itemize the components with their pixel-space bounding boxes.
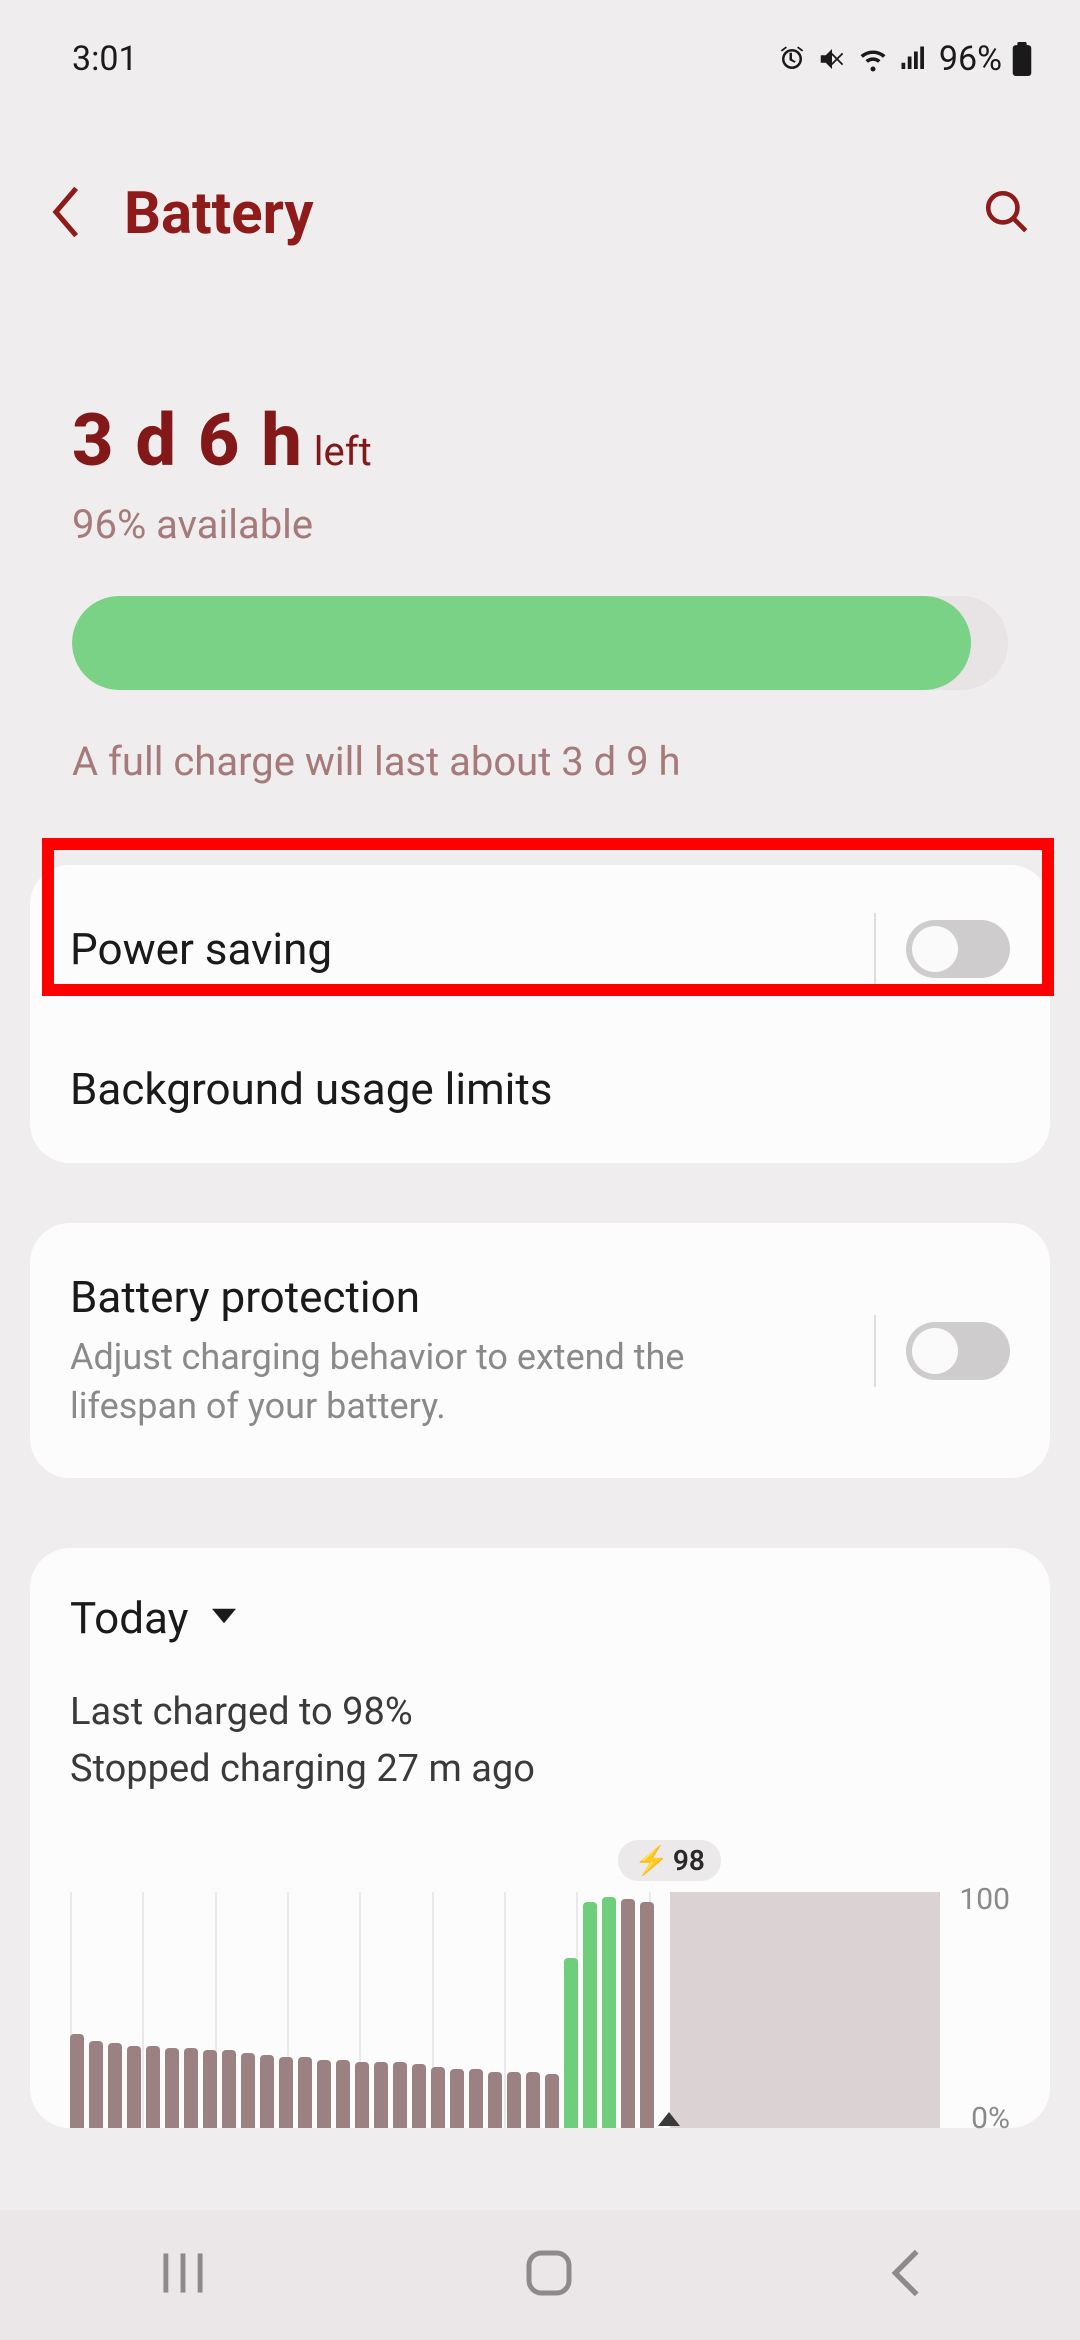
- stopped-charging-text: Stopped charging 27 m ago: [70, 1741, 1010, 1798]
- recents-button[interactable]: [157, 2251, 209, 2299]
- chart-bar: [89, 2041, 103, 2128]
- chart-bar: [279, 2057, 293, 2128]
- battery-protection-subtitle: Adjust charging behavior to extend the l…: [70, 1333, 710, 1430]
- alarm-icon: [777, 44, 807, 74]
- power-saving-toggle[interactable]: [906, 920, 1010, 978]
- power-saving-row[interactable]: Power saving: [30, 865, 1050, 1033]
- mute-icon: [817, 44, 847, 74]
- search-button[interactable]: [982, 187, 1032, 241]
- chart-bar: [602, 1897, 616, 2128]
- back-nav-button[interactable]: [889, 2249, 923, 2301]
- chart-bar: [488, 2072, 502, 2129]
- chart-bar: [241, 2053, 255, 2129]
- chart-bar: [165, 2048, 179, 2128]
- y-axis-bottom: 0%: [971, 2101, 1010, 2136]
- status-bar: 3:01 96%: [0, 0, 1080, 90]
- y-axis-top: 100: [959, 1882, 1010, 1917]
- last-charged-text: Last charged to 98%: [70, 1684, 1010, 1741]
- header: Battery: [0, 90, 1080, 278]
- battery-protection-toggle[interactable]: [906, 1322, 1010, 1380]
- battery-bar: [72, 596, 1008, 690]
- full-charge-estimate: A full charge will last about 3 d 9 h: [72, 738, 1008, 785]
- chart-bar: [222, 2050, 236, 2128]
- chart-future-shade: [670, 1892, 940, 2128]
- divider: [874, 1315, 876, 1387]
- home-button[interactable]: [524, 2248, 574, 2302]
- chart-bar: [412, 2064, 426, 2128]
- chart-bar: [621, 1899, 635, 2128]
- status-icons: 96%: [777, 39, 1032, 79]
- chart-bar: [108, 2043, 122, 2128]
- chart-bar: [393, 2062, 407, 2128]
- bolt-icon: ⚡: [634, 1844, 669, 1877]
- chart-bar: [127, 2046, 141, 2129]
- status-time: 3:01: [72, 39, 138, 79]
- chart-bar: [70, 2034, 84, 2128]
- background-limits-row[interactable]: Background usage limits: [30, 1033, 1050, 1163]
- power-saving-label: Power saving: [70, 923, 874, 975]
- usage-info: Last charged to 98% Stopped charging 27 …: [70, 1684, 1010, 1798]
- navigation-bar: [0, 2210, 1080, 2340]
- chart-bar: [355, 2062, 369, 2128]
- wifi-icon: [857, 44, 889, 74]
- chart-bar: [260, 2055, 274, 2128]
- chart-bar: [374, 2062, 388, 2128]
- chart-bar: [640, 1902, 654, 2129]
- battery-summary: 3 d 6 h left 96% available A full charge…: [72, 278, 1008, 815]
- chart-bar: [564, 1958, 578, 2128]
- battery-available: 96% available: [72, 501, 1008, 548]
- chart-bar: [583, 1902, 597, 2129]
- chart-bar: [203, 2050, 217, 2128]
- time-remaining-suffix: left: [314, 428, 372, 475]
- chart-bar: [469, 2069, 483, 2128]
- battery-protection-label: Battery protection: [70, 1271, 710, 1323]
- period-selector[interactable]: Today: [70, 1592, 1010, 1644]
- back-button[interactable]: [48, 185, 84, 243]
- settings-card-1: Power saving Background usage limits: [30, 865, 1050, 1163]
- chart-bar: [450, 2069, 464, 2128]
- chart-bar: [336, 2060, 350, 2128]
- chart-bar: [545, 2074, 559, 2128]
- battery-protection-row[interactable]: Battery protection Adjust charging behav…: [30, 1223, 1050, 1478]
- chart-bar: [431, 2067, 445, 2128]
- chart-peak-badge: ⚡ 98: [618, 1840, 721, 1881]
- chart-bar: [298, 2057, 312, 2128]
- dropdown-icon: [212, 1608, 236, 1628]
- battery-chart[interactable]: ⚡ 98 100 0%: [70, 1848, 1010, 2128]
- battery-bar-fill: [72, 596, 971, 690]
- time-remaining: 3 d 6 h: [72, 398, 304, 483]
- chart-bars: [70, 1892, 654, 2128]
- chart-bar: [184, 2048, 198, 2128]
- chart-bar: [526, 2072, 540, 2129]
- chart-bar: [507, 2072, 521, 2129]
- chart-current-marker: [658, 2111, 680, 2130]
- chart-bar: [146, 2046, 160, 2129]
- page-title: Battery: [124, 180, 314, 248]
- badge-value: 98: [673, 1844, 705, 1877]
- background-limits-label: Background usage limits: [70, 1063, 1010, 1115]
- chart-bar: [317, 2060, 331, 2128]
- usage-card: Today Last charged to 98% Stopped chargi…: [30, 1548, 1050, 2128]
- period-label: Today: [70, 1592, 188, 1644]
- signal-icon: [899, 44, 929, 74]
- battery-icon: [1012, 42, 1032, 76]
- status-battery-text: 96%: [939, 39, 1002, 79]
- settings-card-2: Battery protection Adjust charging behav…: [30, 1223, 1050, 1478]
- divider: [874, 913, 876, 985]
